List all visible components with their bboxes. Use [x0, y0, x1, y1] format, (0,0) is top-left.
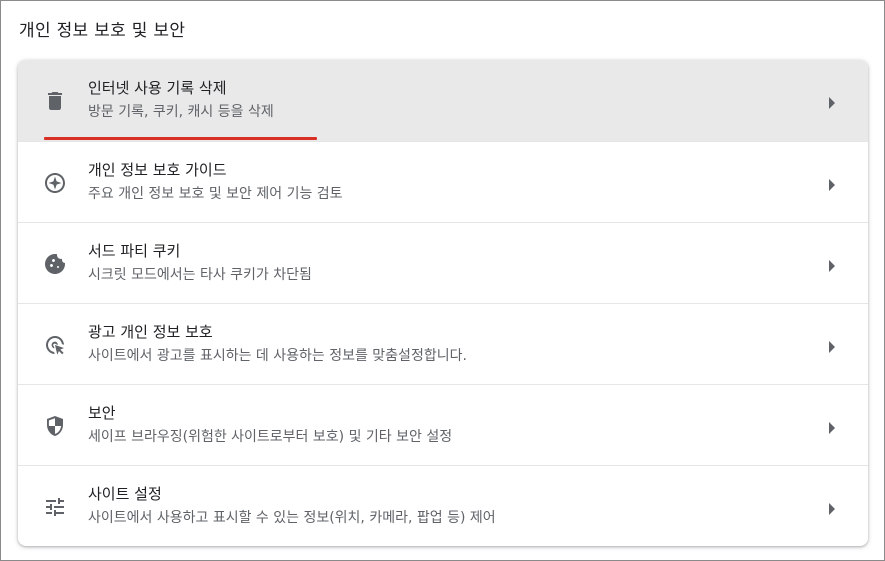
ad-privacy-icon: [42, 332, 68, 358]
section-title: 개인 정보 보호 및 보안: [19, 21, 186, 41]
row-title: 서드 파티 쿠키: [88, 242, 181, 260]
chevron-right-icon: [828, 257, 836, 272]
chevron-right-icon: [828, 338, 836, 353]
privacy-guide-row[interactable]: 개인 정보 보호 가이드 주요 개인 정보 보호 및 보안 제어 기능 검토: [18, 141, 868, 222]
clear-browsing-data-row[interactable]: 인터넷 사용 기록 삭제 방문 기록, 쿠키, 캐시 등을 삭제: [18, 60, 868, 141]
row-subtitle: 시크릿 모드에서는 타사 쿠키가 차단됨: [88, 267, 312, 283]
tune-icon: [42, 494, 68, 520]
privacy-security-card: 인터넷 사용 기록 삭제 방문 기록, 쿠키, 캐시 등을 삭제 개인 정보 보…: [18, 60, 868, 546]
cookie-icon: [42, 251, 68, 277]
chevron-right-icon: [828, 419, 836, 434]
chevron-right-icon: [828, 500, 836, 515]
row-subtitle: 주요 개인 정보 보호 및 보안 제어 기능 검토: [88, 186, 343, 202]
shield-icon: [42, 413, 68, 439]
security-row[interactable]: 보안 세이프 브라우징(위험한 사이트로부터 보호) 및 기타 보안 설정: [18, 384, 868, 465]
row-title: 사이트 설정: [88, 485, 162, 503]
third-party-cookies-row[interactable]: 서드 파티 쿠키 시크릿 모드에서는 타사 쿠키가 차단됨: [18, 222, 868, 303]
ad-privacy-row[interactable]: 광고 개인 정보 보호 사이트에서 광고를 표시하는 데 사용하는 정보를 맞춤…: [18, 303, 868, 384]
row-subtitle: 방문 기록, 쿠키, 캐시 등을 삭제: [88, 104, 274, 120]
row-subtitle: 사이트에서 사용하고 표시할 수 있는 정보(위치, 카메라, 팝업 등) 제어: [88, 510, 496, 526]
row-subtitle: 사이트에서 광고를 표시하는 데 사용하는 정보를 맞춤설정합니다.: [88, 348, 467, 364]
row-title: 인터넷 사용 기록 삭제: [88, 79, 227, 97]
row-title: 개인 정보 보호 가이드: [88, 161, 227, 179]
settings-window: 개인 정보 보호 및 보안 인터넷 사용 기록 삭제 방문 기록, 쿠키, 캐시…: [0, 0, 885, 561]
chevron-right-icon: [828, 176, 836, 191]
highlight-underline: [44, 137, 317, 140]
row-title: 광고 개인 정보 보호: [88, 323, 213, 341]
site-settings-row[interactable]: 사이트 설정 사이트에서 사용하고 표시할 수 있는 정보(위치, 카메라, 팝…: [18, 465, 868, 546]
compass-icon: [42, 170, 68, 196]
trash-icon: [42, 88, 68, 114]
row-title: 보안: [88, 404, 116, 422]
chevron-right-icon: [828, 94, 836, 109]
row-subtitle: 세이프 브라우징(위험한 사이트로부터 보호) 및 기타 보안 설정: [88, 429, 453, 445]
